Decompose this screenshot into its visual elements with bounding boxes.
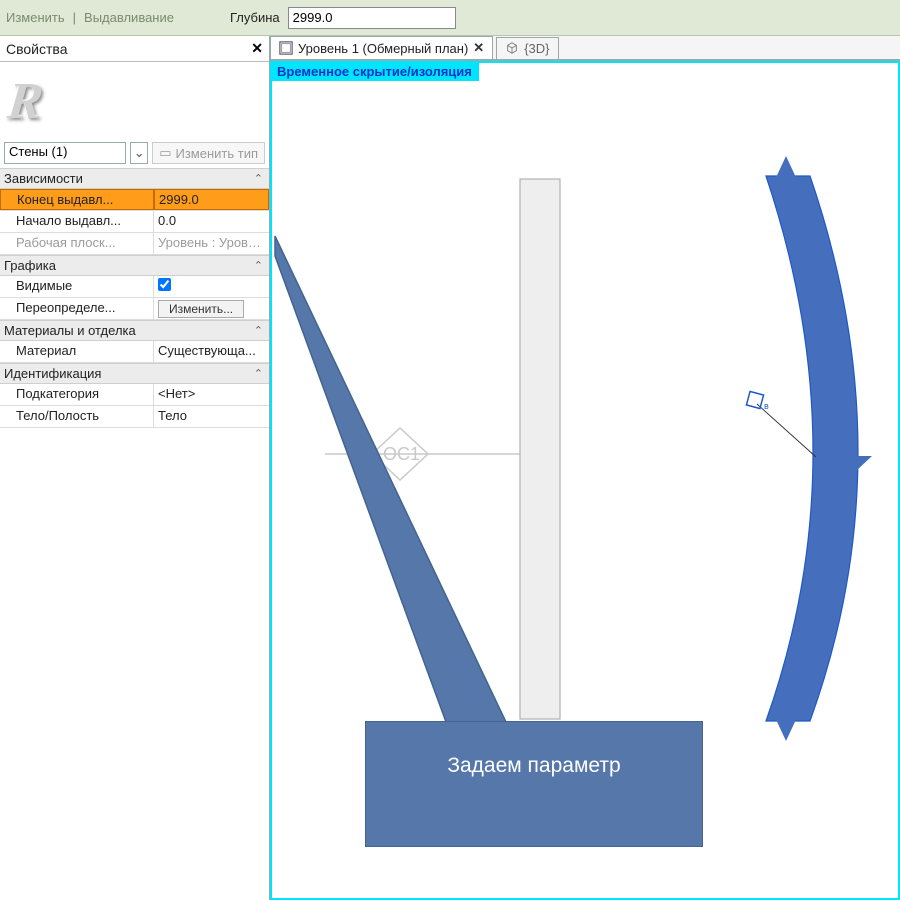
family-thumbnail: R [0,62,269,140]
properties-title: Свойства [6,41,67,57]
group-constraints[interactable]: Зависимости [4,171,83,186]
svg-text:в: в [764,401,769,411]
collapse-icon[interactable]: ⌃ [254,324,263,337]
depth-input[interactable] [288,7,456,29]
group-graphics[interactable]: Графика [4,258,56,273]
tab-plan[interactable]: Уровень 1 (Обмерный план) ✕ [270,36,493,59]
row-visible[interactable]: Видимые [0,276,269,298]
extrusion-label: Выдавливание [84,10,174,25]
curved-wall-element[interactable] [766,176,858,721]
drag-arrow-icon[interactable] [772,711,800,741]
group-identity[interactable]: Идентификация [4,366,101,381]
row-subcategory[interactable]: Подкатегория <Нет> [0,384,269,406]
cell-label: Рабочая плоск... [0,233,154,254]
collapse-icon[interactable]: ⌃ [254,172,263,185]
cell-value[interactable]: Существующа... [154,341,269,362]
depth-label: Глубина [230,10,280,25]
collapse-icon[interactable]: ⌃ [254,259,263,272]
row-solid-void[interactable]: Тело/Полость Тело [0,406,269,428]
edit-type-label: Изменить тип [175,146,258,161]
cell-value[interactable]: <Нет> [154,384,269,405]
cube-icon [505,41,519,55]
row-extrusion-end[interactable]: Конец выдавл... 2999.0 [0,189,269,211]
row-extrusion-start[interactable]: Начало выдавл... 0.0 [0,211,269,233]
close-icon[interactable]: ✕ [251,40,263,57]
wall-element[interactable] [520,179,560,719]
cell-value[interactable]: 2999.0 [154,189,269,210]
visible-checkbox[interactable] [158,278,171,291]
collapse-icon[interactable]: ⌃ [254,367,263,380]
tab-3d[interactable]: {3D} [496,37,558,59]
callout-text: Задаем параметр [447,754,620,778]
cell-value[interactable]: Тело [154,406,269,427]
cell-label: Начало выдавл... [0,211,154,232]
modify-label: Изменить [6,10,65,25]
cell-label: Материал [0,341,154,362]
drag-control-icon[interactable]: в [746,391,816,457]
tab-label: Уровень 1 (Обмерный план) [298,41,468,56]
cell-label: Видимые [0,276,154,297]
close-tab-icon[interactable]: ✕ [473,40,484,56]
cell-label: Тело/Полость [0,406,154,427]
grid-label: ОС1 [383,444,420,464]
cell-label: Переопределе... [0,298,154,319]
type-selector[interactable]: Стены (1) [4,142,126,164]
edit-type-icon: ▭ [159,145,171,161]
annotation-callout: Задаем параметр [365,721,703,847]
pipe: | [73,10,76,25]
tab-label: {3D} [524,41,549,56]
cell-value[interactable]: 0.0 [154,211,269,232]
callout-pointer [275,236,515,741]
cell-label: Конец выдавл... [0,189,154,210]
plan-view-icon [279,41,293,55]
cell-label: Подкатегория [0,384,154,405]
row-work-plane: Рабочая плоск... Уровень : Урове... [0,233,269,255]
cell-value: Уровень : Урове... [154,233,269,254]
row-overrides[interactable]: Переопределе... Изменить... [0,298,269,320]
drag-arrow-icon[interactable] [772,156,800,186]
edit-type-button[interactable]: ▭ Изменить тип [152,142,265,164]
chevron-down-icon[interactable]: ⌄ [130,142,148,164]
group-materials[interactable]: Материалы и отделка [4,323,136,338]
row-material[interactable]: Материал Существующа... [0,341,269,363]
override-edit-button[interactable]: Изменить... [158,300,244,318]
revit-logo-icon: R [5,72,46,131]
